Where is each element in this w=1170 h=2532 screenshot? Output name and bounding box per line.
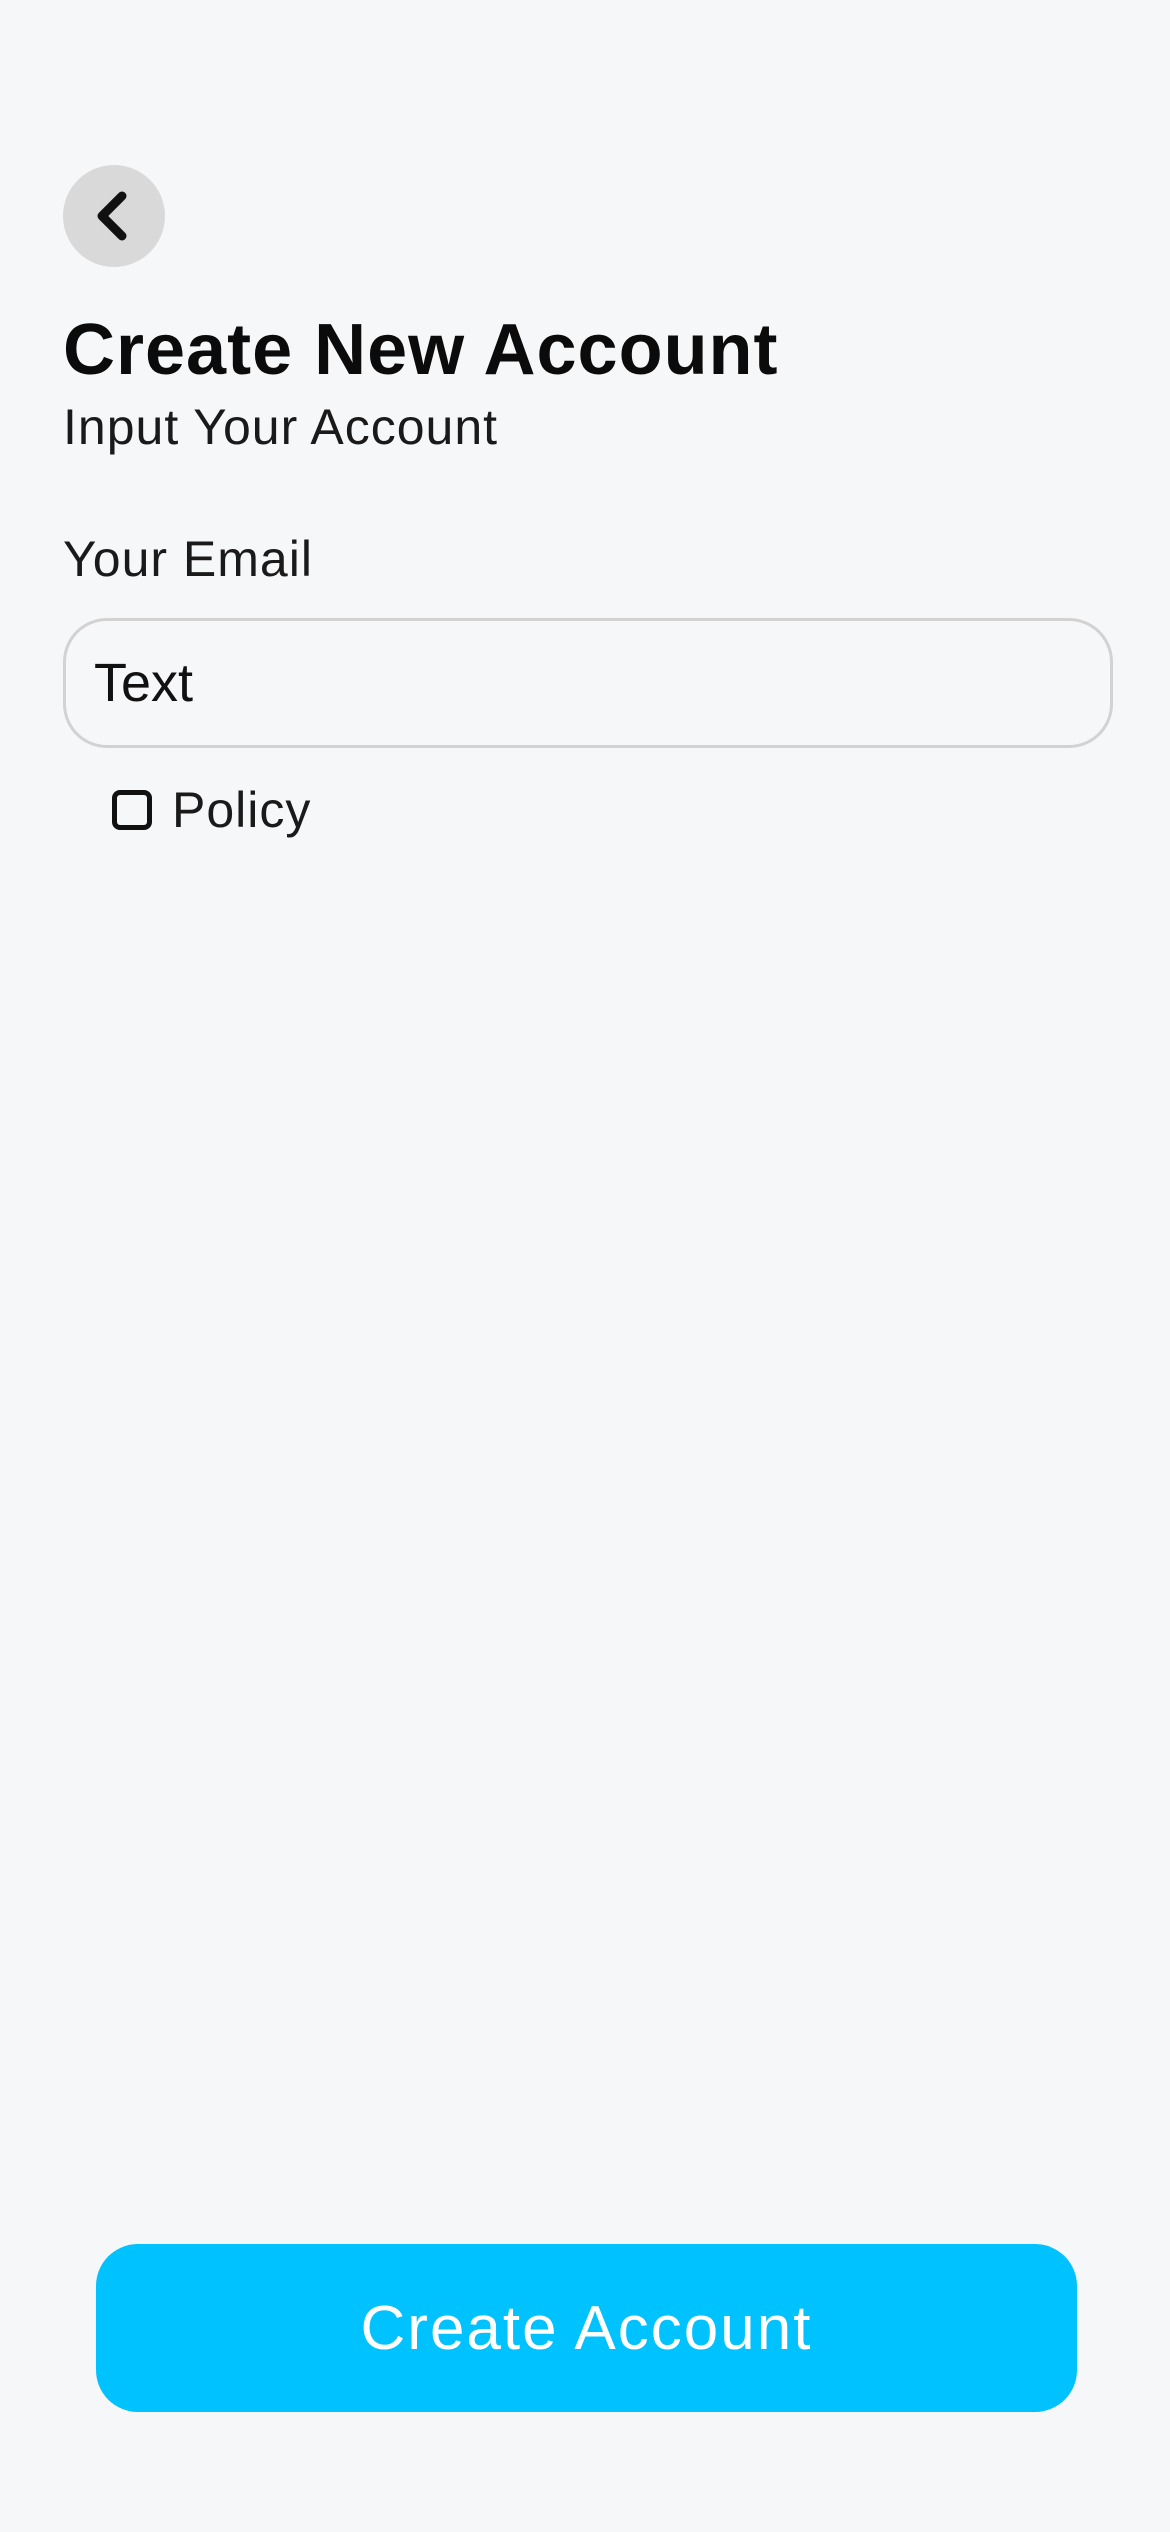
back-button[interactable] <box>63 165 165 267</box>
chevron-left-icon <box>97 191 127 241</box>
email-field[interactable] <box>63 618 1113 748</box>
policy-label: Policy <box>172 782 312 838</box>
policy-checkbox[interactable] <box>112 790 152 830</box>
email-label: Your Email <box>63 531 313 587</box>
policy-checkbox-row[interactable]: Policy <box>112 778 311 842</box>
page-subtitle: Input Your Account <box>63 399 499 455</box>
page-title: Create New Account <box>63 310 779 390</box>
create-account-button[interactable]: Create Account <box>96 2244 1077 2412</box>
